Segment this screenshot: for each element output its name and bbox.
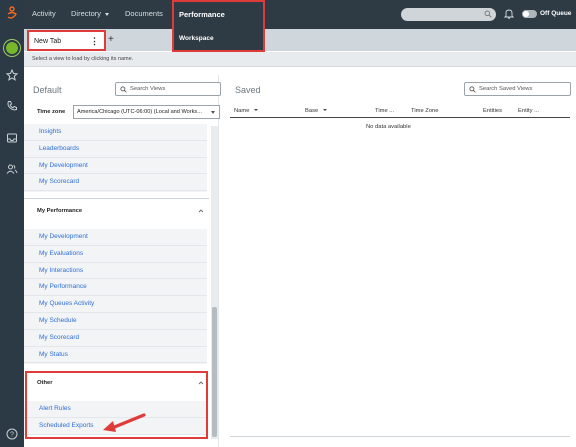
list-item[interactable]: My Performance (24, 279, 207, 297)
column-header-entities[interactable]: Entities (483, 108, 502, 114)
menu-item-workspace[interactable]: Workspace (179, 35, 214, 42)
column-label: Name (234, 108, 250, 114)
column-header-entity[interactable]: Entity ... (518, 108, 539, 114)
timezone-label: Time zone (37, 109, 66, 115)
panel-divider (218, 75, 219, 447)
nav-directory-label: Directory (71, 9, 102, 18)
bell-icon[interactable] (503, 8, 515, 21)
phone-icon[interactable] (5, 99, 19, 113)
chevron-down-icon (105, 12, 110, 16)
section-divider (24, 198, 209, 199)
chevron-up-icon (198, 208, 204, 214)
search-icon (469, 86, 476, 95)
column-header-base[interactable]: Base (305, 108, 328, 114)
list-item[interactable]: My Schedule (24, 313, 207, 330)
tab-new-tab[interactable]: New Tab ⋮ (27, 30, 106, 51)
search-icon (484, 10, 492, 20)
nav-activity[interactable]: Activity (32, 9, 56, 18)
inbox-icon[interactable] (5, 131, 19, 145)
search-views-input[interactable]: Search Views (115, 82, 221, 96)
queue-status-label: Off Queue (540, 10, 572, 17)
list-item[interactable]: My Queues Activity (24, 296, 207, 313)
list-item[interactable]: Leaderboards (24, 141, 207, 158)
nav-performance-label: Performance (179, 10, 225, 19)
list-item[interactable]: My Development (24, 229, 207, 246)
people-icon[interactable] (5, 162, 19, 176)
list-item[interactable]: My Interactions (24, 263, 207, 280)
list-item[interactable]: My Scorecard (24, 174, 207, 192)
global-search-input[interactable] (401, 8, 496, 21)
search-views-placeholder: Search Views (130, 86, 166, 92)
left-rail: ? (0, 0, 24, 447)
list-item[interactable]: My Status (24, 347, 207, 364)
default-panel-title: Default (33, 85, 62, 95)
search-saved-views-input[interactable]: Search Saved Views (464, 82, 571, 96)
tab-label: New Tab (34, 38, 62, 45)
sort-icon (323, 109, 328, 112)
tab-strip: New Tab ⋮ + (24, 29, 576, 51)
table-bottom-divider (230, 436, 570, 437)
arrow-annotation-icon (100, 412, 146, 436)
saved-panel-title: Saved (235, 85, 261, 95)
hint-text: Select a view to load by clicking its na… (32, 56, 134, 62)
column-label: Base (305, 108, 319, 114)
queue-toggle[interactable] (522, 10, 537, 18)
star-icon[interactable] (5, 68, 19, 82)
help-icon[interactable]: ? (5, 427, 19, 441)
empty-state-text: No data available (366, 124, 411, 130)
column-header-time[interactable]: Time ... (375, 108, 394, 114)
nav-documents[interactable]: Documents (125, 9, 163, 18)
svg-text:?: ? (10, 432, 14, 439)
timezone-value: America/Chicago (UTC-06:00) (Local and W… (77, 109, 202, 115)
list-item[interactable]: My Evaluations (24, 246, 207, 263)
nav-directory[interactable]: Directory (71, 9, 110, 18)
genesys-logo-icon[interactable] (6, 6, 18, 20)
scrollbar-thumb[interactable] (212, 307, 217, 437)
list-item[interactable]: Insights (24, 124, 207, 141)
nav-performance[interactable]: Performance (179, 10, 225, 19)
timezone-select[interactable]: America/Chicago (UTC-06:00) (Local and W… (73, 105, 220, 119)
avatar-icon[interactable] (4, 40, 20, 56)
default-view-list: Insights Leaderboards My Development My … (24, 124, 207, 192)
add-tab-button[interactable]: + (108, 34, 114, 45)
section-title: My Performance (37, 208, 83, 214)
search-icon (120, 86, 127, 95)
chevron-down-icon (211, 111, 215, 114)
hint-bar: Select a view to load by clicking its na… (24, 52, 576, 67)
column-header-time-zone[interactable]: Time Zone (411, 108, 439, 114)
table-header-divider (230, 117, 570, 118)
column-header-name[interactable]: Name (234, 108, 259, 114)
my-performance-list: My Development My Evaluations My Interac… (24, 229, 207, 364)
performance-menu: Performance Workspace (172, 0, 265, 52)
section-header-my-performance[interactable]: My Performance (24, 201, 207, 221)
search-saved-placeholder: Search Saved Views (479, 86, 533, 92)
top-navigation: Activity Directory Documents Off Queue (24, 0, 576, 29)
list-item[interactable]: My Development (24, 158, 207, 175)
sort-icon (254, 109, 259, 112)
list-item[interactable]: My Scorecard (24, 330, 207, 347)
more-vertical-icon[interactable]: ⋮ (90, 36, 99, 47)
